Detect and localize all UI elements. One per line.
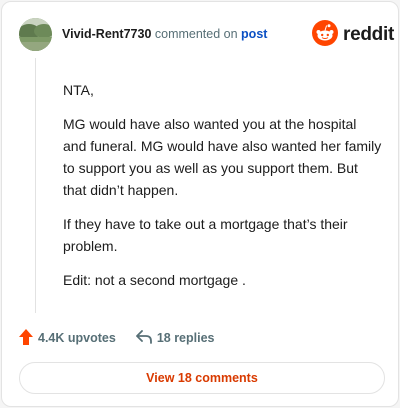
- comment-card: Vivid-Rent7730 commented on post reddit …: [1, 1, 399, 407]
- reply-count: 18 replies: [156, 331, 215, 345]
- view-comments-button[interactable]: View 18 comments: [19, 362, 385, 394]
- commented-on-text: commented on: [151, 27, 242, 41]
- thread-line[interactable]: [35, 58, 36, 313]
- comment-body: NTA, MG would have also wanted you at th…: [63, 79, 383, 303]
- reddit-wordmark: reddit: [343, 24, 394, 45]
- comment-paragraph: Edit: not a second mortgage .: [63, 272, 246, 288]
- comment-paragraph: MG would have also wanted you at the hos…: [63, 116, 382, 198]
- comment-header: Vivid-Rent7730 commented on post: [62, 27, 267, 41]
- upvote-count: 4.4K upvotes: [38, 331, 116, 345]
- username[interactable]: Vivid-Rent7730: [62, 27, 151, 41]
- upvote-button[interactable]: 4.4K upvotes: [19, 328, 116, 348]
- comment-actions: 4.4K upvotes 18 replies: [19, 328, 215, 348]
- comment-paragraph: If they have to take out a mortgage that…: [63, 216, 348, 254]
- reply-arrow-icon: [135, 329, 157, 347]
- post-link[interactable]: post: [241, 27, 267, 41]
- user-avatar[interactable]: [19, 18, 52, 51]
- replies-button[interactable]: 18 replies: [135, 329, 215, 347]
- reddit-alien-icon: [312, 19, 338, 51]
- upvote-arrow-icon: [19, 328, 38, 348]
- comment-paragraph: NTA,: [63, 82, 94, 98]
- reddit-logo[interactable]: reddit: [312, 19, 394, 51]
